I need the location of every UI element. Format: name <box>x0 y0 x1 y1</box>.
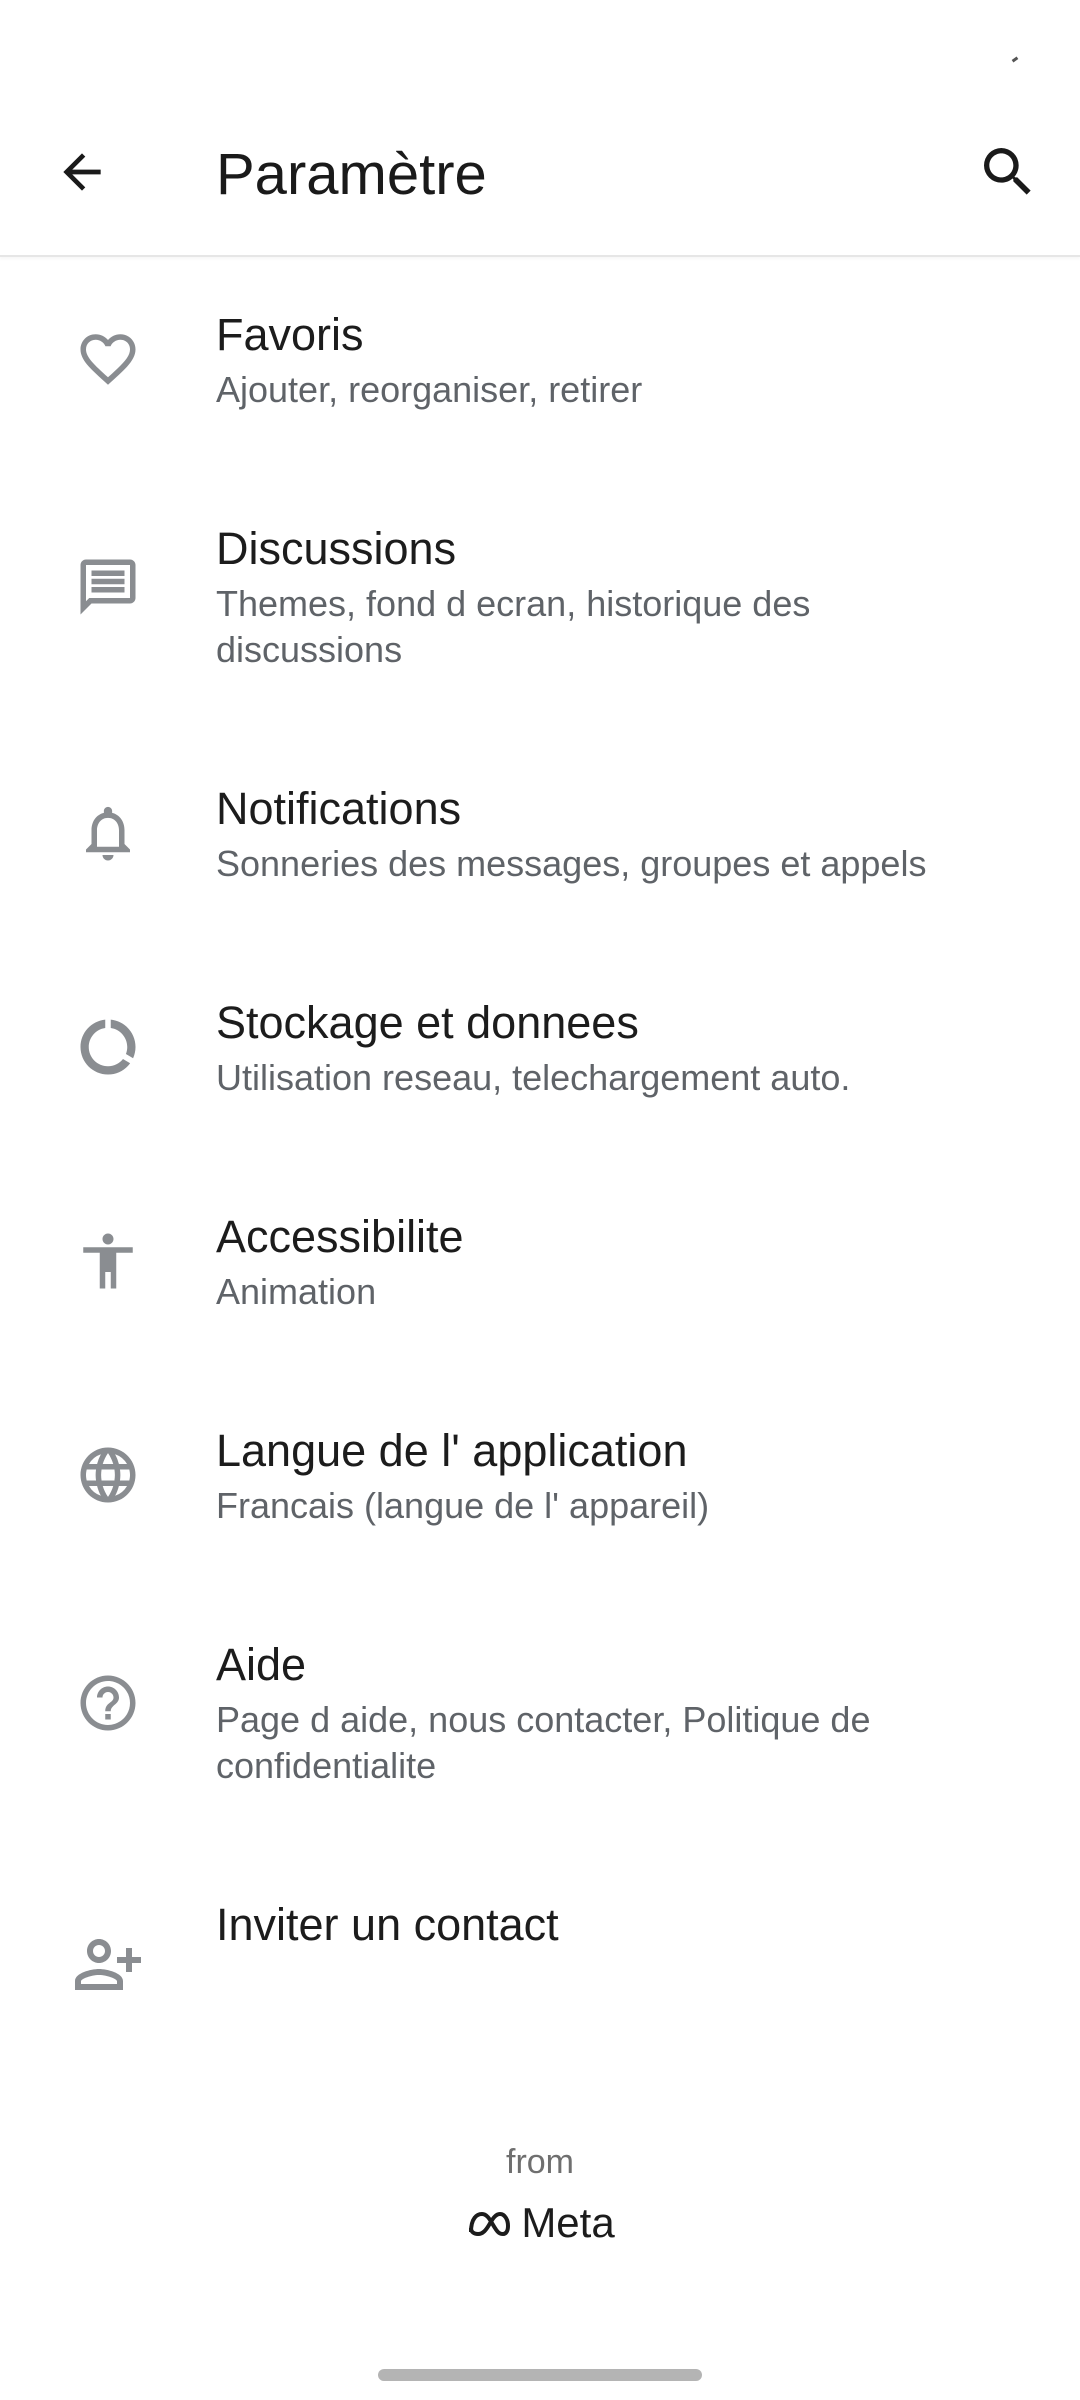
status-bar <box>0 0 1080 90</box>
settings-item-subtitle: Sonneries des messages, groupes et appel… <box>216 843 927 884</box>
data-usage-icon <box>70 1009 146 1085</box>
settings-item-accessibility[interactable]: Accessibilite Animation <box>0 1159 1080 1373</box>
app-bar: Paramètre <box>0 90 1080 257</box>
settings-item-subtitle: Page d aide, nous contacter, Politique d… <box>216 1699 871 1786</box>
settings-item-subtitle: Francais (langue de l' appareil) <box>216 1485 710 1526</box>
settings-item-discussions[interactable]: Discussions Themes, fond d ecran, histor… <box>0 471 1080 731</box>
page-title: Paramètre <box>216 142 487 207</box>
settings-item-notifications[interactable]: Notifications Sonneries des messages, gr… <box>0 731 1080 945</box>
footer: from Meta <box>0 2140 1080 2248</box>
arrow-back-icon <box>63 153 101 191</box>
footer-brand: Meta <box>0 2198 1080 2248</box>
chat-icon <box>70 549 146 625</box>
settings-item-title: Accessibilite <box>216 1211 464 1262</box>
add-contact-icon <box>70 1925 146 2001</box>
settings-item-help[interactable]: Aide Page d aide, nous contacter, Politi… <box>0 1587 1080 1847</box>
search-icon <box>984 148 1031 195</box>
status-indicator <box>1011 56 1019 63</box>
settings-item-subtitle: Themes, fond d ecran, historique des dis… <box>216 583 811 670</box>
settings-item-subtitle: Ajouter, reorganiser, retirer <box>216 369 643 410</box>
search-button[interactable] <box>966 130 1050 214</box>
footer-brand-text: Meta <box>521 2199 615 2246</box>
settings-item-title: Notifications <box>216 783 462 834</box>
meta-logo-icon <box>469 2211 511 2237</box>
settings-item-subtitle: Utilisation reseau, telechargement auto. <box>216 1057 851 1098</box>
settings-item-title: Discussions <box>216 523 457 574</box>
bell-icon <box>70 795 146 871</box>
globe-icon <box>70 1437 146 1513</box>
settings-item-language[interactable]: Langue de l' application Francais (langu… <box>0 1373 1080 1587</box>
settings-item-title: Stockage et donnees <box>216 997 639 1048</box>
settings-item-subtitle: Animation <box>216 1271 377 1312</box>
back-button[interactable] <box>40 130 124 214</box>
help-icon <box>70 1665 146 1741</box>
settings-item-storage[interactable]: Stockage et donnees Utilisation reseau, … <box>0 945 1080 1159</box>
settings-item-title: Favoris <box>216 309 364 360</box>
settings-item-invite[interactable]: Inviter un contact <box>0 1847 1080 2017</box>
heart-icon <box>70 321 146 397</box>
footer-from: from <box>506 2143 574 2181</box>
settings-item-title: Aide <box>216 1639 307 1690</box>
settings-item-title: Inviter un contact <box>216 1899 559 1950</box>
accessibility-icon <box>70 1223 146 1299</box>
settings-list: Favoris Ajouter, reorganiser, retirer Di… <box>0 257 1080 2017</box>
home-indicator[interactable] <box>378 2369 702 2381</box>
settings-item-favoris[interactable]: Favoris Ajouter, reorganiser, retirer <box>0 257 1080 471</box>
settings-item-title: Langue de l' application <box>216 1425 688 1476</box>
